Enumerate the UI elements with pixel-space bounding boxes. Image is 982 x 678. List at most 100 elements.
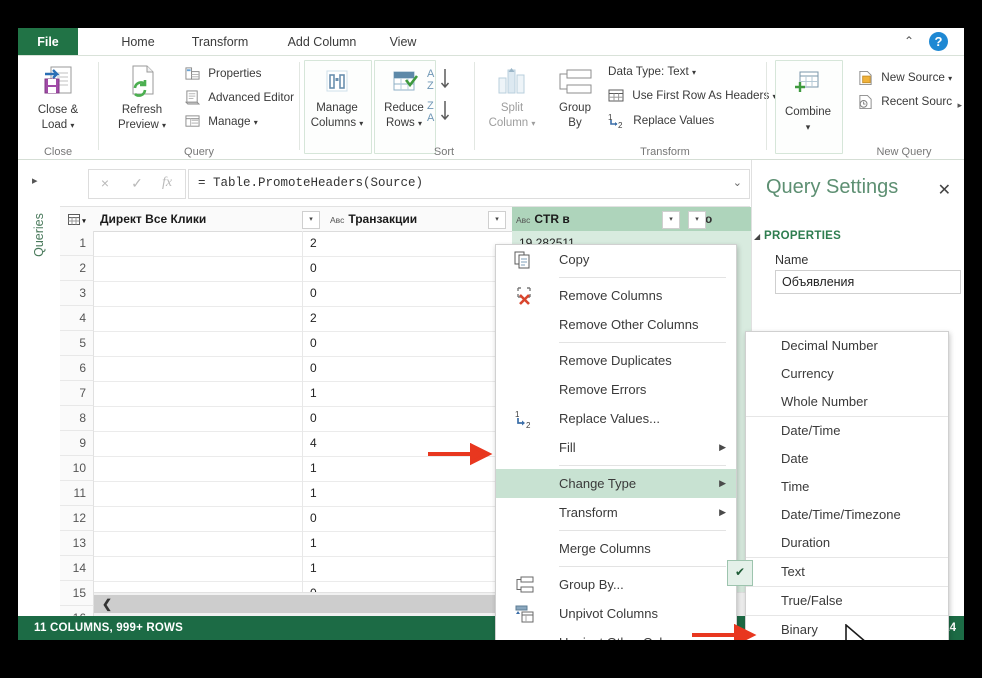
- tab-file[interactable]: File: [18, 28, 78, 56]
- column-header-tranzakcii[interactable]: Aвс Транзакции: [330, 207, 500, 231]
- type-option-date-time[interactable]: Date/Time: [746, 417, 948, 445]
- split-column-button[interactable]: Split Column ▾: [481, 66, 543, 130]
- context-menu-item-remove-other-columns[interactable]: Remove Other Columns: [496, 310, 736, 339]
- row-header[interactable]: 3: [60, 281, 94, 306]
- column-header-direkt-vse-kliki[interactable]: Директ Все Клики: [100, 207, 310, 231]
- cell-tranzakcii[interactable]: 0: [303, 331, 518, 356]
- section-collapse-icon[interactable]: ◢: [754, 232, 760, 241]
- sort-descending-button[interactable]: Z A: [426, 98, 452, 131]
- combine-dropdown-arrow[interactable]: ▾: [775, 121, 841, 134]
- group-by-button[interactable]: Group By: [549, 68, 601, 130]
- type-option-text[interactable]: ✔ Text: [727, 558, 948, 586]
- row-header[interactable]: 4: [60, 306, 94, 331]
- row-header[interactable]: 6: [60, 356, 94, 381]
- cell-tranzakcii[interactable]: 0: [303, 356, 518, 381]
- column-filter-0[interactable]: ▾: [302, 211, 320, 229]
- context-menu-item-remove-duplicates[interactable]: Remove Duplicates: [496, 346, 736, 375]
- row-header[interactable]: 7: [60, 381, 94, 406]
- close-icon[interactable]: ✕: [938, 180, 951, 200]
- help-icon[interactable]: ?: [929, 32, 948, 51]
- cell-direkt-vse-kliki[interactable]: [94, 431, 308, 456]
- cell-direkt-vse-kliki[interactable]: [94, 231, 308, 256]
- cell-tranzakcii[interactable]: 1: [303, 531, 518, 556]
- type-option-date[interactable]: Date: [746, 445, 948, 473]
- row-header[interactable]: 2: [60, 256, 94, 281]
- cell-tranzakcii[interactable]: 1: [303, 481, 518, 506]
- recent-sources-button[interactable]: Recent Sourc: [858, 94, 952, 110]
- tab-view[interactable]: View: [378, 28, 428, 56]
- type-option-decimal-number[interactable]: Decimal Number: [746, 332, 948, 360]
- context-menu-item-group-by[interactable]: Group By...: [496, 570, 736, 599]
- row-header[interactable]: 9: [60, 431, 94, 456]
- scroll-left-icon[interactable]: ❮: [102, 595, 112, 613]
- cell-direkt-vse-kliki[interactable]: [94, 456, 308, 481]
- row-header[interactable]: 8: [60, 406, 94, 431]
- manage-button[interactable]: Manage ▾: [185, 114, 258, 129]
- chevron-down-icon[interactable]: ⌄: [733, 170, 742, 196]
- context-menu-item-remove-columns[interactable]: Remove Columns: [496, 281, 736, 310]
- tab-transform[interactable]: Transform: [176, 28, 264, 56]
- row-header[interactable]: 10: [60, 456, 94, 481]
- cell-direkt-vse-kliki[interactable]: [94, 256, 308, 281]
- data-type-dropdown[interactable]: Data Type: Text ▾: [608, 65, 696, 78]
- queries-pane-collapsed[interactable]: ▸ Queries: [18, 160, 61, 616]
- cell-tranzakcii[interactable]: 2: [303, 231, 518, 256]
- context-menu-item-change-type[interactable]: Change Type ▶: [496, 469, 736, 498]
- cell-tranzakcii[interactable]: 0: [303, 406, 518, 431]
- cell-direkt-vse-kliki[interactable]: [94, 381, 308, 406]
- context-menu-item-merge-columns[interactable]: Merge Columns: [496, 534, 736, 563]
- cell-tranzakcii[interactable]: 1: [303, 381, 518, 406]
- row-header[interactable]: 12: [60, 506, 94, 531]
- type-option-whole-number[interactable]: Whole Number: [746, 388, 948, 416]
- column-filter-2[interactable]: ▾: [662, 211, 680, 229]
- type-option-currency[interactable]: Currency: [746, 360, 948, 388]
- formula-accept-button[interactable]: ✓: [121, 170, 153, 196]
- cell-tranzakcii[interactable]: 0: [303, 256, 518, 281]
- column-filter-1[interactable]: ▾: [488, 211, 506, 229]
- column-header-partial[interactable]: ю: [698, 207, 754, 231]
- properties-button[interactable]: Properties: [185, 66, 262, 81]
- cell-direkt-vse-kliki[interactable]: [94, 281, 308, 306]
- row-header[interactable]: 5: [60, 331, 94, 356]
- close-and-load-button[interactable]: Close & Load ▾: [24, 64, 92, 132]
- context-menu-item-remove-errors[interactable]: Remove Errors: [496, 375, 736, 404]
- cell-direkt-vse-kliki[interactable]: [94, 531, 308, 556]
- context-menu-item-replace-values[interactable]: 1 2 Replace Values...: [496, 404, 736, 433]
- column-filter-3[interactable]: ▾: [688, 211, 706, 229]
- type-option-date-time-timezone[interactable]: Date/Time/Timezone: [746, 501, 948, 529]
- cell-direkt-vse-kliki[interactable]: [94, 481, 308, 506]
- cell-direkt-vse-kliki[interactable]: [94, 556, 308, 581]
- properties-section-header[interactable]: PROPERTIES: [764, 230, 841, 242]
- cell-tranzakcii[interactable]: 0: [303, 281, 518, 306]
- cell-direkt-vse-kliki[interactable]: [94, 506, 308, 531]
- advanced-editor-button[interactable]: Advanced Editor: [185, 90, 294, 105]
- row-header[interactable]: 11: [60, 481, 94, 506]
- replace-values-button[interactable]: 1 2 Replace Values: [608, 113, 714, 129]
- tab-home[interactable]: Home: [110, 28, 166, 56]
- grid-corner-button[interactable]: ▾: [60, 207, 94, 231]
- sort-ascending-button[interactable]: A Z: [426, 66, 452, 99]
- queries-expand-icon[interactable]: ▸: [32, 174, 38, 187]
- chevron-up-icon[interactable]: ⌃: [900, 32, 918, 50]
- refresh-preview-button[interactable]: Refresh Preview ▾: [109, 64, 175, 132]
- row-header[interactable]: 15: [60, 581, 94, 606]
- cell-tranzakcii[interactable]: 0: [303, 506, 518, 531]
- context-menu-item-fill[interactable]: Fill ▶: [496, 433, 736, 462]
- cell-direkt-vse-kliki[interactable]: [94, 406, 308, 431]
- type-option-time[interactable]: Time: [746, 473, 948, 501]
- context-menu-item-copy[interactable]: Copy: [496, 245, 736, 274]
- cell-tranzakcii[interactable]: 2: [303, 306, 518, 331]
- type-option-true-false[interactable]: True/False: [746, 587, 948, 615]
- tab-add-column[interactable]: Add Column: [273, 28, 371, 56]
- formula-cancel-button[interactable]: ×: [89, 170, 121, 196]
- query-name-input[interactable]: Объявления: [775, 270, 961, 294]
- type-option-duration[interactable]: Duration: [746, 529, 948, 557]
- formula-input[interactable]: = Table.PromoteHeaders(Source) ⌄: [188, 169, 750, 199]
- context-menu-item-transform[interactable]: Transform ▶: [496, 498, 736, 527]
- new-source-button[interactable]: New Source ▾: [858, 70, 952, 86]
- row-header[interactable]: 13: [60, 531, 94, 556]
- ribbon-overflow-icon[interactable]: ▸: [957, 100, 962, 111]
- use-first-row-as-headers-button[interactable]: Use First Row As Headers ▾: [608, 89, 777, 103]
- cell-direkt-vse-kliki[interactable]: [94, 331, 308, 356]
- fx-icon[interactable]: fx: [151, 170, 183, 196]
